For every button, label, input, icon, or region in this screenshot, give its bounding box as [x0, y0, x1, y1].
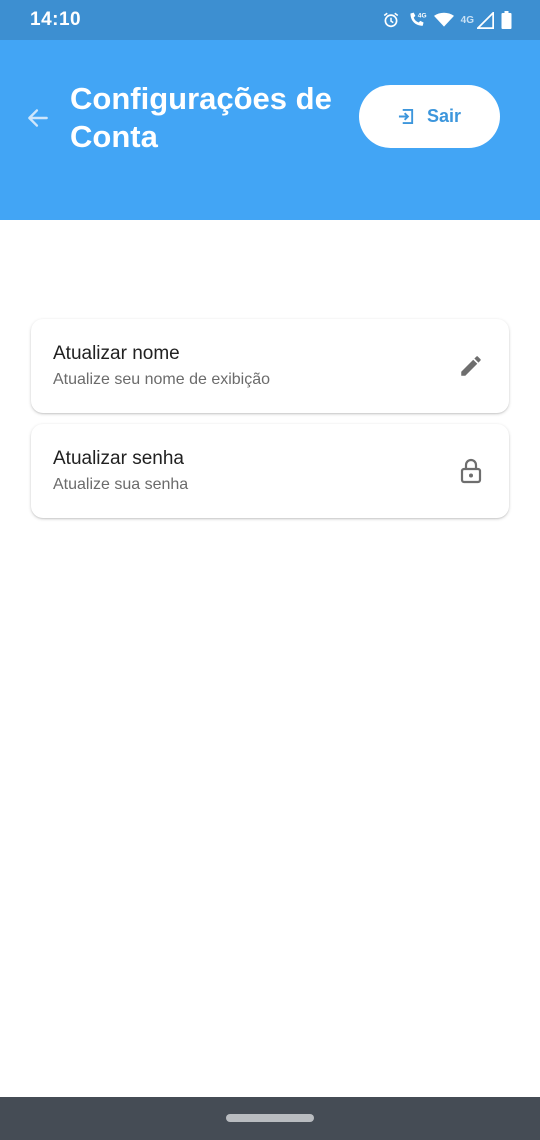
- status-bar: 14:10 4G 4G: [0, 0, 540, 40]
- battery-icon: [501, 11, 512, 29]
- update-name-card[interactable]: Atualizar nome Atualize seu nome de exib…: [31, 319, 509, 413]
- update-name-subtitle: Atualize seu nome de exibição: [53, 371, 271, 388]
- lock-icon: [457, 457, 485, 485]
- logout-button[interactable]: Sair: [359, 85, 500, 148]
- edit-pencil-icon: [457, 352, 485, 380]
- cell-signal-icon: [477, 11, 494, 29]
- logout-label: Sair: [426, 106, 462, 126]
- update-name-title: Atualizar nome: [53, 343, 180, 364]
- arrow-back-icon: [28, 109, 48, 127]
- system-nav-bar: [0, 1097, 540, 1140]
- volte-call-icon: 4G: [407, 11, 427, 29]
- update-password-title: Atualizar senha: [53, 448, 184, 469]
- home-indicator[interactable]: [226, 1114, 314, 1122]
- network-type-label: 4G: [460, 14, 474, 26]
- wifi-icon: [433, 12, 454, 28]
- status-time: 14:10: [30, 9, 82, 30]
- update-password-subtitle: Atualize sua senha: [53, 476, 189, 493]
- update-password-card[interactable]: Atualizar senha Atualize sua senha: [31, 424, 509, 518]
- account-settings-screen: 14:10 4G 4G Configurações de Conta Sair …: [0, 0, 540, 1140]
- status-icons: 4G 4G: [382, 11, 512, 29]
- svg-text:4G: 4G: [417, 13, 426, 20]
- page-title: Configurações de Conta: [70, 81, 332, 154]
- exit-icon: [398, 108, 414, 125]
- back-button[interactable]: [20, 100, 56, 136]
- alarm-icon: [382, 11, 400, 29]
- app-header: Configurações de Conta Sair: [0, 40, 540, 220]
